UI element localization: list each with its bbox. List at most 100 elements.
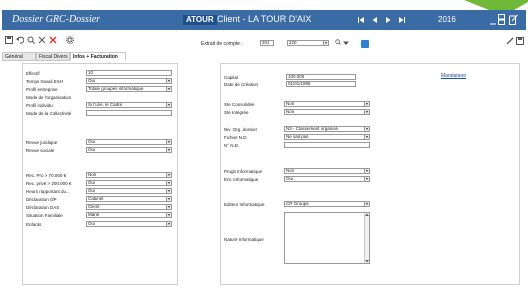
- label-date-creation: Date de Création: [224, 82, 259, 87]
- dropdown-caret-icon[interactable]: [343, 40, 349, 46]
- chevron-down-icon: [364, 135, 369, 139]
- tab-fiscal-divers[interactable]: Fiscal Divers: [36, 52, 70, 61]
- chevron-down-icon: [166, 103, 171, 107]
- label-niv-org: Niv. Org. dossier: [224, 127, 258, 132]
- magnifier-icon[interactable]: [335, 39, 341, 45]
- label-revue-sociale: Revue sociale: [26, 148, 55, 153]
- value: Oui: [88, 188, 96, 193]
- field-mode-collectivite[interactable]: [86, 110, 172, 116]
- chevron-down-icon: [166, 140, 171, 144]
- label-profil-entreprise: Profil entreprise: [26, 87, 58, 92]
- chevron-down-icon: [364, 169, 369, 173]
- value: Non: [286, 109, 295, 114]
- field-profil-individu[interactable]: Si l'une, le Cadre: [86, 102, 172, 108]
- label-nature-informatique: Nature Informatique: [224, 237, 264, 242]
- field-fichier-nd[interactable]: Ne sait pas: [284, 134, 370, 140]
- chevron-down-icon: [364, 202, 369, 206]
- extrait-end-select[interactable]: 220: [287, 40, 329, 46]
- tab-infos-facturation[interactable]: Infos + Facturation: [70, 52, 126, 61]
- label-rec-prive: Rec. privé > 200.000 €: [26, 181, 72, 186]
- settings-icon[interactable]: [66, 36, 74, 44]
- chevron-down-icon: [166, 222, 171, 226]
- save-icon[interactable]: [5, 36, 13, 44]
- field-numero-nd[interactable]: [284, 142, 370, 148]
- field-profil-entreprise[interactable]: Totale groupes informatique: [86, 86, 172, 92]
- label-temps-travail: Temps travail EXH: [26, 79, 64, 84]
- extrait-start-input[interactable]: 201: [260, 40, 274, 46]
- extrait-compte-label: Extrait de compte :: [201, 41, 243, 47]
- value: Totale groupes informatique: [88, 86, 144, 91]
- minimize-icon[interactable]: [490, 19, 496, 30]
- mandataire-link[interactable]: Mandataire: [441, 73, 466, 79]
- field-niv-org[interactable]: N3 - Classement organisé: [284, 126, 370, 132]
- chevron-down-icon: [166, 79, 171, 83]
- value: Si l'une, le Cadre: [88, 102, 123, 107]
- edit-window-icon[interactable]: [509, 14, 518, 25]
- field-date-creation[interactable]: 01/01/1995: [286, 81, 356, 87]
- chevron-down-icon: [166, 148, 171, 152]
- field-ent-informatique[interactable]: Oui: [284, 176, 370, 182]
- value: Oui: [88, 78, 96, 83]
- chevron-down-icon: [364, 127, 369, 131]
- scroll-up-icon[interactable]: [365, 213, 369, 217]
- value: Cabinet: [88, 196, 104, 201]
- value: Client: [88, 204, 100, 209]
- field-nature-informatique[interactable]: [284, 212, 370, 264]
- value: Ne sait pas: [286, 134, 309, 139]
- floppy-icon[interactable]: [516, 37, 524, 45]
- client-name: Client - LA TOUR D'AIX: [217, 14, 312, 24]
- first-record-icon[interactable]: [358, 17, 364, 23]
- last-record-icon[interactable]: [399, 17, 405, 23]
- field-heurs-rapportant[interactable]: Oui: [86, 188, 172, 194]
- label-capital: Capital: [224, 75, 239, 80]
- chevron-down-icon: [166, 197, 171, 201]
- restore-icon[interactable]: [498, 14, 505, 25]
- label-declaration-das: Déclaration DAS: [26, 205, 60, 210]
- label-declaration-op: Déclaration OP: [26, 197, 57, 202]
- label-effectif: Effectif: [26, 71, 40, 76]
- value: Marié: [88, 212, 100, 217]
- label-ent-informatique: Ent. Informatique: [224, 177, 259, 182]
- field-progit-informatique[interactable]: Non: [284, 168, 370, 174]
- label-rec-pro: Rec. Pro > 70.000 €: [26, 173, 67, 178]
- field-rec-pro[interactable]: Non: [86, 172, 172, 178]
- delete-icon[interactable]: [49, 36, 57, 44]
- value: Non: [286, 168, 295, 173]
- label-mode-organisation: Mode de l'organisation: [26, 95, 72, 100]
- value: Non: [88, 172, 97, 177]
- field-declaration-op[interactable]: Cabinet: [86, 196, 172, 202]
- undo-icon[interactable]: [16, 36, 24, 44]
- textarea-scrollbar[interactable]: [364, 213, 369, 263]
- field-declaration-das[interactable]: Client: [86, 204, 172, 210]
- field-temps-travail[interactable]: Oui: [86, 78, 172, 84]
- label-profil-individu: Profil individu: [26, 103, 53, 108]
- search-icon[interactable]: [27, 36, 35, 44]
- label-heurs-rapportant: Heurs rapportant du...: [26, 189, 70, 194]
- fiscal-year: 2016: [438, 15, 456, 24]
- scroll-down-icon[interactable]: [365, 259, 369, 263]
- chevron-down-icon: [166, 189, 171, 193]
- pencil-icon[interactable]: [506, 37, 514, 45]
- value: Oui: [88, 221, 96, 226]
- label-editeur-informatique: Editeur Informatique: [224, 202, 265, 207]
- field-capital[interactable]: 100.000: [286, 74, 356, 80]
- label-ste-integree: Ste Intégrée: [224, 110, 249, 115]
- toolbar: Extrait de compte : 201 220: [2, 32, 526, 48]
- field-ste-integree[interactable]: Non: [284, 109, 370, 115]
- field-effectif[interactable]: 10: [86, 70, 172, 76]
- field-situation-familiale[interactable]: Marié: [86, 212, 172, 218]
- field-rec-prive[interactable]: Oui: [86, 180, 172, 186]
- field-revue-sociale[interactable]: Oui: [86, 147, 172, 153]
- field-ste-consolidee[interactable]: Non: [284, 101, 370, 107]
- value: N3 - Classement organisé: [286, 126, 339, 131]
- previous-record-icon[interactable]: [372, 17, 378, 23]
- field-enfants[interactable]: Oui: [86, 221, 172, 227]
- cut-icon[interactable]: [38, 36, 46, 44]
- label-enfants: Enfants: [26, 222, 42, 227]
- field-revue-juridique[interactable]: Oui: [86, 139, 172, 145]
- apply-filter-button[interactable]: [361, 40, 369, 48]
- value: Oui: [88, 147, 96, 152]
- field-editeur-informatique[interactable]: CR Groupe: [284, 201, 370, 207]
- tab-general[interactable]: Général: [2, 52, 36, 61]
- next-record-icon[interactable]: [385, 17, 391, 23]
